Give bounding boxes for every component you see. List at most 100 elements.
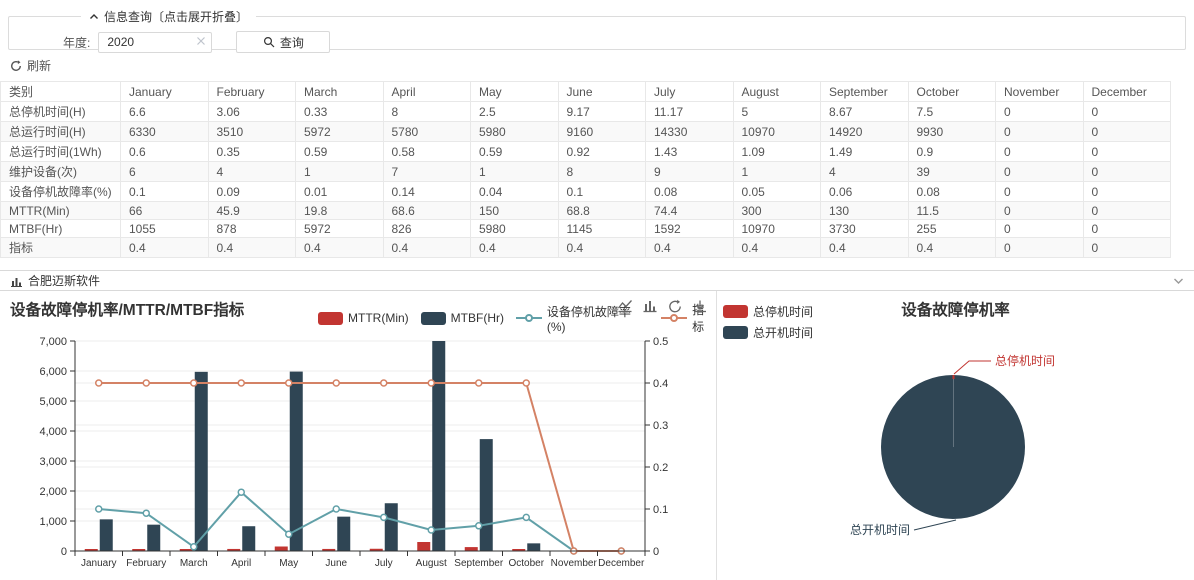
table-cell: 14330 <box>646 122 734 142</box>
table-cell: 0.4 <box>121 238 209 258</box>
line-series-设备停机故障率(%)[interactable] <box>96 489 625 554</box>
table-cell: 9930 <box>908 122 996 142</box>
bar[interactable] <box>527 543 540 551</box>
table-cell: 0.04 <box>471 182 559 202</box>
table-cell: 0.58 <box>383 142 471 162</box>
column-header-month: September <box>821 82 909 102</box>
data-point[interactable] <box>476 523 482 529</box>
bar[interactable] <box>465 547 478 551</box>
data-point[interactable] <box>476 380 482 386</box>
pie-label: 总开机时间 <box>850 523 910 537</box>
data-point[interactable] <box>191 380 197 386</box>
data-point[interactable] <box>428 380 434 386</box>
data-point[interactable] <box>286 531 292 537</box>
table-cell: 4 <box>208 162 296 182</box>
bar[interactable] <box>480 439 493 551</box>
pie-label-line <box>954 361 991 374</box>
x-axis-label: January <box>81 558 117 569</box>
table-cell: 9 <box>646 162 734 182</box>
bar[interactable] <box>195 372 208 551</box>
bar[interactable] <box>417 542 430 551</box>
table-cell: 0.4 <box>908 238 996 258</box>
section-chevron-down-icon[interactable] <box>1173 277 1184 285</box>
column-header-category: 类别 <box>1 82 121 102</box>
search-icon <box>263 36 275 48</box>
charts-row: 设备故障停机率/MTTR/MTBF指标 MTTR(Min)MTBF(Hr)设备停… <box>0 291 1194 580</box>
table-cell: 0 <box>996 182 1084 202</box>
refresh-button[interactable]: 刷新 <box>10 57 51 74</box>
data-point[interactable] <box>238 489 244 495</box>
x-axis-label: July <box>375 558 393 569</box>
table-cell: 1 <box>733 162 821 182</box>
x-axis-label: December <box>598 558 645 569</box>
x-axis-label: February <box>126 558 166 569</box>
toolbox-download-icon[interactable] <box>692 299 708 314</box>
data-point[interactable] <box>333 380 339 386</box>
search-button[interactable]: 查询 <box>236 31 330 53</box>
pie-label: 总停机时间 <box>995 353 1055 368</box>
bar[interactable] <box>290 372 303 551</box>
table-cell: 8 <box>558 162 646 182</box>
bar-series-MTBF(Hr)[interactable] <box>100 341 541 551</box>
data-point[interactable] <box>523 380 529 386</box>
clear-input-icon[interactable] <box>196 36 206 46</box>
table-row: 总运行时间(H)63303510597257805980916014330109… <box>1 122 1171 142</box>
combo-chart-canvas[interactable]: 01,0002,0003,0004,0005,0006,0007,00000.1… <box>0 318 716 578</box>
pie-label-line <box>914 520 956 530</box>
toolbox-line-chart-icon[interactable] <box>617 299 633 314</box>
toolbox-restore-icon[interactable] <box>667 299 683 314</box>
query-panel-toggle[interactable]: 信息查询〔点击展开折叠〕 <box>81 8 256 25</box>
vendor-section-bar[interactable]: 合肥迈斯软件 <box>0 270 1194 291</box>
chart-toolbox <box>617 299 708 314</box>
table-cell: 0 <box>996 122 1084 142</box>
bar[interactable] <box>275 547 288 552</box>
bar-chart-mini-icon <box>10 275 23 287</box>
data-point[interactable] <box>381 380 387 386</box>
table-cell: 0 <box>1083 142 1171 162</box>
left-axis-tick: 5,000 <box>39 396 67 408</box>
table-cell: 1 <box>296 162 384 182</box>
bar[interactable] <box>385 503 398 551</box>
data-point[interactable] <box>523 514 529 520</box>
pie-chart-canvas[interactable]: 总停机时间总开机时间 <box>717 318 1194 578</box>
data-point[interactable] <box>381 514 387 520</box>
table-cell: 5 <box>733 102 821 122</box>
bar[interactable] <box>100 519 113 551</box>
data-point[interactable] <box>96 380 102 386</box>
combo-chart-panel: 设备故障停机率/MTTR/MTBF指标 MTTR(Min)MTBF(Hr)设备停… <box>0 291 716 580</box>
data-point[interactable] <box>143 380 149 386</box>
table-cell: 66 <box>121 202 209 220</box>
table-cell: 0.4 <box>208 238 296 258</box>
x-axis-label: October <box>508 558 544 569</box>
column-header-month: November <box>996 82 1084 102</box>
table-cell: 11.5 <box>908 202 996 220</box>
data-point[interactable] <box>143 510 149 516</box>
table-header-row: 类别JanuaryFebruaryMarchAprilMayJuneJulyAu… <box>1 82 1171 102</box>
left-axis-tick: 6,000 <box>39 366 67 378</box>
data-point[interactable] <box>96 506 102 512</box>
column-header-month: June <box>558 82 646 102</box>
table-cell: 0.06 <box>821 182 909 202</box>
table-cell: 4 <box>821 162 909 182</box>
table-spacer <box>0 258 1194 270</box>
year-input[interactable] <box>98 32 212 53</box>
toolbox-bar-chart-icon[interactable] <box>642 299 658 314</box>
data-point[interactable] <box>333 506 339 512</box>
table-cell: 0.4 <box>296 238 384 258</box>
bar[interactable] <box>242 526 255 551</box>
query-panel: 信息查询〔点击展开折叠〕 年度: 查询 <box>8 8 1186 50</box>
data-point[interactable] <box>191 544 197 550</box>
bar[interactable] <box>337 517 350 551</box>
bar[interactable] <box>432 341 445 551</box>
data-point[interactable] <box>286 380 292 386</box>
combo-chart-title: 设备故障停机率/MTTR/MTBF指标 <box>10 298 244 320</box>
table-cell: 7 <box>383 162 471 182</box>
data-point[interactable] <box>428 527 434 533</box>
table-cell: 6330 <box>121 122 209 142</box>
table-cell: 130 <box>821 202 909 220</box>
table-cell: 0.9 <box>908 142 996 162</box>
table-cell: 5780 <box>383 122 471 142</box>
bar[interactable] <box>147 525 160 551</box>
data-point[interactable] <box>238 380 244 386</box>
table-row: 总停机时间(H)6.63.060.3382.59.1711.1758.677.5… <box>1 102 1171 122</box>
